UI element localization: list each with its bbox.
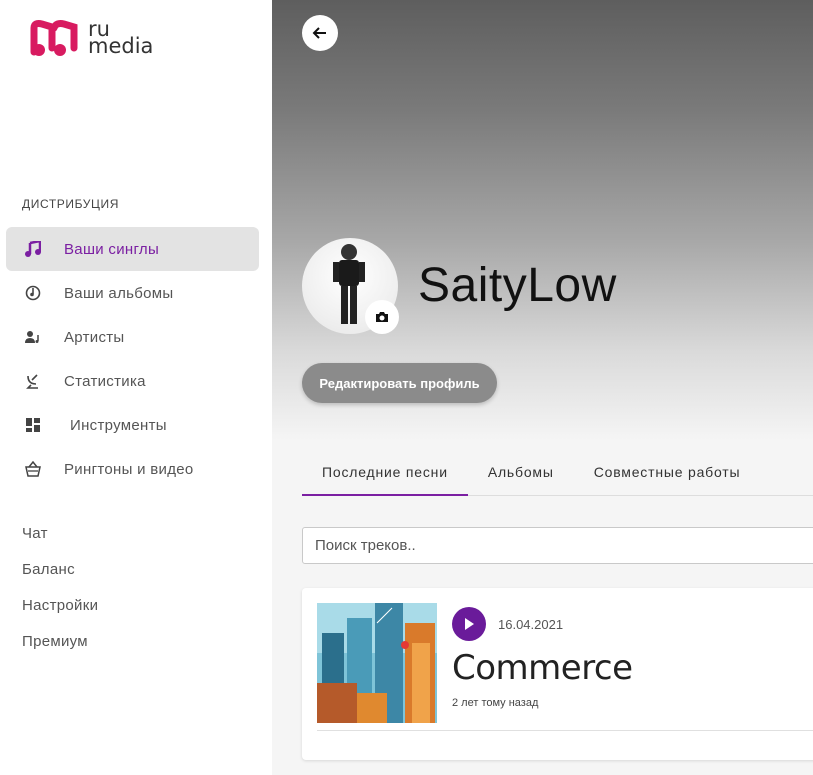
link-premium[interactable]: Премиум (22, 632, 98, 668)
sidebar-item-label: Рингтоны и видео (64, 460, 194, 478)
sidebar-item-singles[interactable]: Ваши синглы (6, 227, 259, 271)
satellite-icon (24, 372, 42, 390)
sidebar-item-artists[interactable]: Артисты (6, 315, 259, 359)
play-button[interactable] (452, 607, 486, 641)
track-relative-time: 2 лет тому назад (452, 697, 539, 709)
link-chat[interactable]: Чат (22, 524, 98, 560)
sidebar-item-label: Инструменты (70, 416, 167, 434)
sidebar-item-label: Статистика (64, 372, 146, 390)
album-icon (24, 284, 42, 302)
sidebar: ru media ДИСТРИБУЦИЯ Ваши синглы Ваши ал… (0, 0, 272, 775)
sidebar-item-label: Артисты (64, 328, 125, 346)
arrow-left-icon (312, 27, 326, 39)
artist-name: SaityLow (418, 259, 617, 312)
edit-profile-button[interactable]: Редактировать профиль (302, 363, 497, 403)
divider (317, 730, 813, 731)
camera-icon (376, 312, 388, 322)
sidebar-item-tools[interactable]: Инструменты (6, 403, 259, 447)
tab-albums[interactable]: Альбомы (468, 452, 574, 496)
main-content: SaityLow Редактировать профиль Последние… (272, 0, 813, 775)
sidebar-item-ringtones[interactable]: Рингтоны и видео (6, 447, 259, 491)
tab-latest-songs[interactable]: Последние песни (302, 452, 468, 496)
sidebar-item-label: Ваши синглы (64, 240, 160, 258)
distribution-section-title: ДИСТРИБУЦИЯ (22, 197, 119, 211)
track-cover[interactable] (317, 603, 437, 723)
cover-image (317, 603, 437, 723)
search-input[interactable] (302, 527, 813, 564)
play-icon (465, 618, 474, 630)
logo-text: ru media (88, 19, 154, 58)
tab-collaborations[interactable]: Совместные работы (574, 452, 761, 496)
sidebar-item-statistics[interactable]: Статистика (6, 359, 259, 403)
logo-icon (30, 20, 78, 56)
sidebar-item-label: Ваши альбомы (64, 284, 174, 302)
track-date: 16.04.2021 (498, 617, 564, 632)
change-photo-button[interactable] (365, 300, 399, 334)
logo[interactable]: ru media (30, 18, 153, 58)
link-balance[interactable]: Баланс (22, 560, 98, 596)
link-settings[interactable]: Настройки (22, 596, 98, 632)
tabs: Последние песни Альбомы Совместные работ… (302, 452, 813, 496)
sidebar-links: Чат Баланс Настройки Премиум (22, 524, 98, 668)
sidebar-nav: Ваши синглы Ваши альбомы Артисты Статист… (6, 227, 259, 491)
back-button[interactable] (302, 15, 338, 51)
artist-icon (24, 328, 42, 346)
track-title[interactable]: Commerce (452, 648, 633, 688)
sidebar-item-albums[interactable]: Ваши альбомы (6, 271, 259, 315)
basket-icon (24, 460, 42, 478)
track-card[interactable]: 16.04.2021 Commerce 2 лет тому назад (302, 588, 813, 760)
dashboard-icon (24, 416, 42, 434)
logo-line-2: media (88, 34, 154, 58)
music-note-icon (24, 240, 42, 258)
